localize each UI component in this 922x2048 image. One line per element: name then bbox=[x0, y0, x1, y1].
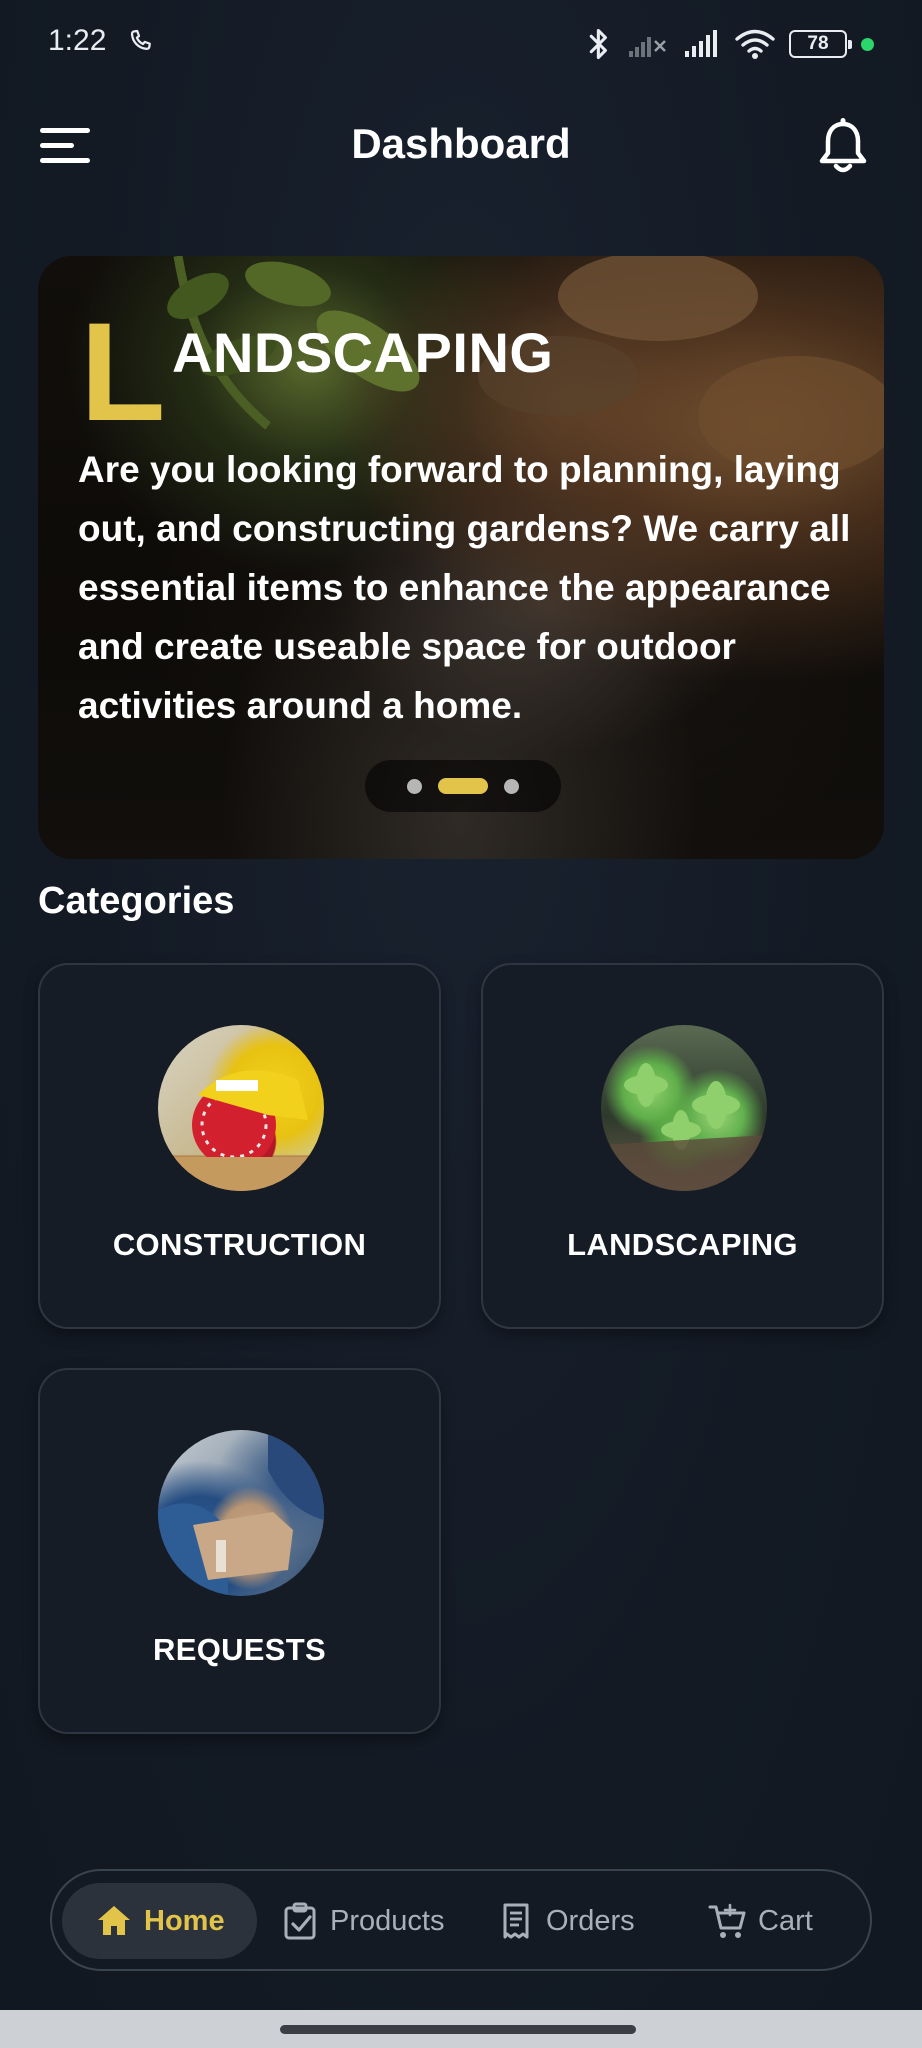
receipt-icon bbox=[503, 1903, 529, 1939]
nav-item-products[interactable]: Products bbox=[280, 1883, 444, 1959]
home-icon bbox=[98, 1906, 130, 1935]
carousel-dot-active[interactable] bbox=[438, 778, 488, 794]
circular-saw-photo bbox=[158, 1025, 324, 1191]
nav-label: Products bbox=[330, 1904, 445, 1937]
gesture-handle[interactable] bbox=[280, 2025, 636, 2034]
phone-call-icon bbox=[130, 29, 151, 51]
nav-item-home[interactable]: Home bbox=[62, 1883, 257, 1959]
category-card-landscaping[interactable]: LANDSCAPING bbox=[481, 963, 884, 1329]
system-gesture-bar bbox=[0, 2010, 922, 2048]
banner-title: ANDSCAPING bbox=[172, 321, 554, 384]
category-label: LANDSCAPING bbox=[567, 1227, 798, 1262]
carousel-dot[interactable] bbox=[407, 778, 422, 794]
carousel-indicator bbox=[365, 760, 561, 812]
carousel-dot[interactable] bbox=[504, 778, 519, 794]
nav-item-cart[interactable]: Cart bbox=[708, 1883, 813, 1959]
bell-icon[interactable] bbox=[816, 116, 870, 176]
category-card-construction[interactable]: CONSTRUCTION bbox=[38, 963, 441, 1329]
status-icons: 78 bbox=[585, 24, 874, 64]
battery-icon: 78 bbox=[789, 30, 852, 58]
category-label: CONSTRUCTION bbox=[112, 1227, 367, 1262]
categories-heading: Categories bbox=[38, 880, 235, 922]
cart-icon bbox=[708, 1903, 746, 1938]
app-bar: Dashboard bbox=[0, 100, 922, 192]
clipboard-check-icon bbox=[284, 1902, 316, 1940]
signal-icon bbox=[685, 30, 717, 57]
signal-off-icon bbox=[629, 37, 666, 57]
app-screen: 1:22 78 Dashboard L ANDSCAPING Are you l… bbox=[0, 0, 922, 2048]
nav-label: Home bbox=[144, 1904, 225, 1937]
category-label: REQUESTS bbox=[153, 1632, 326, 1667]
banner-description: Are you looking forward to planning, lay… bbox=[78, 449, 851, 726]
bluetooth-icon bbox=[589, 28, 607, 60]
wifi-icon bbox=[735, 29, 775, 59]
page-title: Dashboard bbox=[351, 120, 571, 167]
promo-banner-carousel[interactable]: L ANDSCAPING Are you looking forward to … bbox=[38, 256, 884, 859]
battery-level: 78 bbox=[807, 33, 829, 54]
nav-item-orders[interactable]: Orders bbox=[496, 1883, 635, 1959]
status-time: 1:22 bbox=[48, 24, 107, 57]
bottom-navigation: Home Products Orders Cart bbox=[50, 1869, 872, 1971]
succulent-plants-photo bbox=[601, 1025, 767, 1191]
status-bar: 1:22 78 bbox=[0, 0, 922, 88]
package-delivery-photo bbox=[158, 1430, 324, 1596]
category-card-requests[interactable]: REQUESTS bbox=[38, 1368, 441, 1734]
nav-label: Orders bbox=[546, 1904, 635, 1937]
banner-title-initial: L bbox=[80, 293, 166, 450]
nav-label: Cart bbox=[758, 1904, 813, 1937]
privacy-indicator-dot bbox=[861, 37, 874, 51]
